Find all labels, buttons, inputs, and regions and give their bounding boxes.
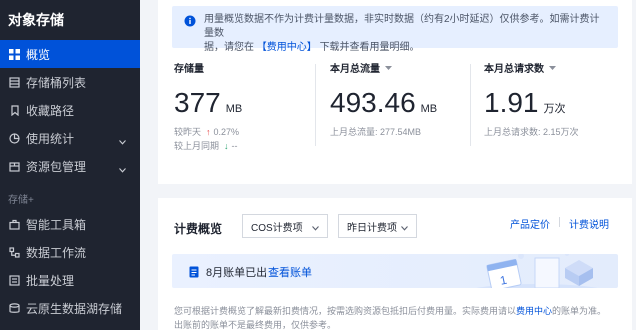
stat-unit: 万次 (543, 103, 566, 115)
divider (315, 64, 316, 146)
main-content: 用量概览数据不作为计费计量数据，非实时数据（约有2小时延迟）仅供参考。如需计费计… (140, 0, 636, 330)
sidebar-item-toolbox[interactable]: 智能工具箱 (0, 210, 140, 238)
billing-doc-link[interactable]: 计费说明 (569, 216, 609, 231)
toolbox-icon (8, 218, 20, 230)
stat-compare: 上月总流量: 277.54MB (330, 127, 422, 137)
sidebar-item-label: 存储桶列表 (26, 75, 87, 90)
period-billing-select[interactable]: 昨日计费项 (338, 214, 417, 238)
stat-unit: MB (225, 103, 243, 115)
sidebar: 对象存储 概览 存储桶列表 收藏路径 使用统计 资源包管理 存储+ 智能工具箱 … (0, 0, 140, 330)
usage-overview-card: 用量概览数据不作为计费计量数据，非实时数据（约有2小时延迟）仅供参考。如需计费计… (158, 0, 632, 184)
stat-unit: MB (420, 103, 438, 115)
sidebar-item-label: 智能工具箱 (26, 217, 87, 232)
billing-overview-card: 计费概览 COS计费项 昨日计费项 产品定价 计费说明 8月账单已出 查看账单 (158, 198, 632, 330)
bill-banner: 8月账单已出 查看账单 1 (172, 254, 618, 288)
sidebar-item-package-mgmt[interactable]: 资源包管理 (0, 152, 140, 180)
sidebar-item-overview[interactable]: 概览 (0, 40, 140, 68)
calendar-illustration-icon: 1 (467, 254, 607, 288)
stat-value: 1.91 (484, 87, 539, 118)
stat-compare: 较昨天 ↑ 0.27% 较上月同期 ↓ -- (174, 127, 240, 151)
bookmark-icon (8, 104, 20, 116)
sidebar-item-batch[interactable]: 批量处理 (0, 266, 140, 294)
sidebar-item-label: 收藏路径 (26, 103, 75, 118)
pie-chart-icon (8, 132, 20, 144)
stat-requests: 本月总请求数 1.91 万次 上月总请求数: 2.15万次 (484, 60, 579, 139)
batch-icon (8, 274, 20, 286)
sidebar-item-bookmarks[interactable]: 收藏路径 (0, 96, 140, 124)
stat-label[interactable]: 本月总流量 (330, 60, 437, 75)
chevron-down-icon (119, 162, 126, 176)
sidebar-item-workflow[interactable]: 数据工作流 (0, 238, 140, 266)
workflow-icon (8, 246, 20, 258)
notice-text: 用量概览数据不作为计费计量数据，非实时数据（约有2小时延迟）仅供参考。如需计费计… (204, 14, 600, 53)
sidebar-item-label: 资源包管理 (26, 159, 87, 174)
caret-down-icon (549, 62, 556, 73)
stat-label[interactable]: 本月总请求数 (484, 60, 579, 75)
package-icon (8, 160, 20, 172)
bucket-list-icon (8, 76, 20, 88)
billing-center-link[interactable]: 【费用中心】 (257, 42, 317, 53)
data-lake-icon (8, 302, 20, 314)
cos-billing-select[interactable]: COS计费项 (242, 214, 328, 238)
view-bill-link[interactable]: 查看账单 (268, 264, 312, 280)
sidebar-item-label: 云原生数据湖存储 (26, 301, 123, 316)
arrow-up-icon: ↑ (206, 127, 211, 137)
grid-icon (8, 48, 20, 60)
chevron-down-icon (119, 134, 126, 148)
sidebar-item-data-lake[interactable]: 云原生数据湖存储 (0, 294, 140, 322)
sidebar-item-bucket-list[interactable]: 存储桶列表 (0, 68, 140, 96)
arrow-down-icon: ↓ (224, 141, 229, 151)
sidebar-item-label: 数据工作流 (26, 245, 87, 260)
chevron-down-icon (312, 223, 319, 234)
sidebar-item-label: 使用统计 (26, 131, 75, 146)
banner-text: 8月账单已出 (206, 267, 268, 279)
document-icon (188, 265, 200, 283)
sidebar-item-label: 批量处理 (26, 273, 75, 288)
stat-storage: 存储量 377 MB 较昨天 ↑ 0.27% 较上月同期 ↓ -- (174, 60, 242, 153)
billing-title: 计费概览 (174, 222, 223, 236)
sidebar-group-label: 存储+ (8, 194, 34, 206)
stat-value: 377 (174, 87, 221, 118)
stat-label: 存储量 (174, 64, 204, 75)
sidebar-item-label: 概览 (26, 47, 51, 62)
app-title: 对象存储 (8, 12, 64, 28)
chevron-down-icon (401, 223, 408, 234)
stat-value: 493.46 (330, 87, 416, 118)
pricing-link[interactable]: 产品定价 (510, 216, 550, 231)
billing-footnote: 您可根据计费概览了解最新扣费情况，按需选购资源包抵扣后付费用量。实际费用请以费用… (174, 306, 607, 330)
divider (470, 64, 471, 146)
stat-compare: 上月总请求数: 2.15万次 (484, 127, 579, 137)
caret-down-icon (385, 62, 392, 73)
billing-center-footer-link[interactable]: 费用中心 (516, 306, 552, 316)
sidebar-item-usage-stats[interactable]: 使用统计 (0, 124, 140, 152)
info-notice: 用量概览数据不作为计费计量数据，非实时数据（约有2小时延迟）仅供参考。如需计费计… (172, 6, 618, 53)
info-icon (184, 14, 196, 32)
link-separator (559, 217, 560, 227)
stat-traffic: 本月总流量 493.46 MB 上月总流量: 277.54MB (330, 60, 437, 139)
